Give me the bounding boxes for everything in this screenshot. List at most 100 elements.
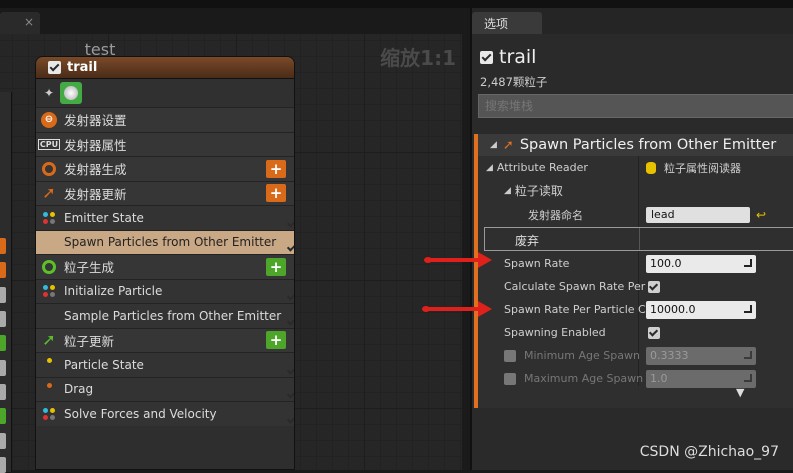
emitter-name: trail bbox=[499, 46, 536, 68]
cell-divider bbox=[639, 228, 640, 250]
stack-module[interactable]: Drag bbox=[36, 377, 294, 402]
dots-icon bbox=[40, 405, 58, 423]
search-input[interactable] bbox=[485, 99, 788, 113]
calc-spawn-rate-label: Calculate Spawn Rate Per bbox=[504, 280, 645, 293]
details-panel: 选项 trail 2,487颗粒子 ◢ ➚ Spawn Particles fr… bbox=[470, 8, 793, 470]
add-module-button[interactable]: + bbox=[266, 331, 286, 349]
database-icon bbox=[646, 162, 656, 174]
collapse-triangle-icon[interactable]: ◢ bbox=[504, 186, 511, 196]
spawn-rate-row: Spawn Rate 100.0 bbox=[478, 252, 793, 275]
panel-tab[interactable]: 选项 bbox=[472, 12, 542, 34]
yellow-dot-icon bbox=[40, 356, 58, 374]
orange-dot-icon bbox=[40, 380, 58, 398]
orange-gear-icon: ⊖ bbox=[40, 111, 58, 129]
max-age-checkbox[interactable] bbox=[504, 373, 516, 385]
stub-check-icon bbox=[0, 360, 6, 376]
node-stack: ⊖发射器设置CPU发射器属性发射器生成 + ➚ 发射器更新 + Emitter State… bbox=[36, 107, 294, 426]
module-title: Spawn Particles from Other Emitter bbox=[520, 137, 776, 153]
stack-module[interactable]: Particle State bbox=[36, 352, 294, 377]
partial-node[interactable] bbox=[0, 92, 12, 472]
node-header[interactable]: trail bbox=[36, 57, 294, 79]
emitter-name-input[interactable]: lead bbox=[646, 207, 750, 223]
node-toolbar: ✦ bbox=[36, 79, 294, 107]
stack-label: 发射器更新 bbox=[64, 184, 127, 203]
min-age-input[interactable]: 0.3333 bbox=[646, 347, 756, 365]
stack-section[interactable]: ⊖发射器设置 bbox=[36, 107, 294, 132]
stack-module[interactable]: Initialize Particle bbox=[36, 279, 294, 304]
stack-label: 粒子更新 bbox=[64, 331, 114, 350]
stack-label: Emitter State bbox=[64, 211, 144, 225]
deprecated-label: 废弃 bbox=[515, 232, 539, 249]
module-properties: ◢ ➚ Spawn Particles from Other Emitter ◢… bbox=[474, 134, 793, 408]
particle-read-label: 粒子读取 bbox=[515, 182, 563, 199]
spawn-rate-per-particle-input[interactable]: 10000.0 bbox=[646, 301, 756, 319]
watermark: CSDN @Zhichao_97 bbox=[640, 444, 779, 460]
dots-icon bbox=[40, 282, 58, 300]
annotation-arrow bbox=[426, 307, 482, 311]
dots-icon bbox=[40, 209, 58, 227]
spawn-rate-per-particle-row: Spawn Rate Per Particle C 10000.0 bbox=[478, 298, 793, 321]
stack-label: Initialize Particle bbox=[64, 284, 162, 298]
thumbnail-icon[interactable] bbox=[60, 82, 82, 104]
node-title: trail bbox=[67, 60, 97, 75]
min-age-row: Minimum Age Spawn 0.3333 bbox=[478, 344, 793, 367]
emitter-node[interactable]: trail ✦ ⊖发射器设置CPU发射器属性发射器生成 + ➚ 发射器更新 + Emitt… bbox=[35, 56, 295, 470]
calc-spawn-rate-checkbox[interactable] bbox=[648, 281, 660, 293]
stack-section[interactable]: 粒子生成 + bbox=[36, 254, 294, 279]
emitter-heading: trail bbox=[480, 46, 536, 68]
emitter-name-label: 发射器命名 bbox=[528, 207, 583, 223]
pin-icon[interactable]: ✦ bbox=[44, 86, 54, 100]
add-module-button[interactable]: + bbox=[266, 160, 286, 178]
spawn-rate-per-particle-label: Spawn Rate Per Particle C bbox=[504, 303, 646, 316]
attribute-reader-row: ◢Attribute Reader 粒子属性阅读器 bbox=[478, 156, 793, 179]
add-module-button[interactable]: + bbox=[266, 184, 286, 202]
stack-label: Spawn Particles from Other Emitter bbox=[64, 235, 276, 249]
spacer bbox=[40, 233, 58, 251]
stack-label: Solve Forces and Velocity bbox=[64, 407, 217, 421]
search-stack-field[interactable] bbox=[478, 94, 793, 118]
orange-ring-icon bbox=[40, 160, 58, 178]
stack-label: Particle State bbox=[64, 358, 144, 372]
expand-down-icon[interactable]: ▼ bbox=[736, 386, 744, 399]
particle-read-row: ◢ 粒子读取 bbox=[478, 179, 793, 202]
emitter-enabled-checkbox[interactable] bbox=[48, 61, 61, 74]
stack-module[interactable]: Spawn Particles from Other Emitter bbox=[36, 230, 294, 255]
deprecated-row: 废弃 bbox=[484, 227, 793, 251]
graph-tab[interactable]: × bbox=[0, 12, 40, 34]
stack-label: 粒子生成 bbox=[64, 257, 114, 276]
particle-count: 2,487颗粒子 bbox=[480, 74, 547, 90]
stack-label: 发射器生成 bbox=[64, 159, 127, 178]
min-age-checkbox[interactable] bbox=[504, 350, 516, 362]
module-header[interactable]: ◢ ➚ Spawn Particles from Other Emitter bbox=[478, 134, 793, 156]
stub-check-icon bbox=[0, 457, 6, 473]
top-bar bbox=[0, 0, 793, 8]
collapse-triangle-icon[interactable]: ◢ bbox=[490, 140, 497, 150]
close-icon[interactable]: × bbox=[24, 15, 34, 29]
panel-body: trail 2,487颗粒子 ◢ ➚ Spawn Particles from … bbox=[472, 34, 793, 470]
zoom-label: 缩放1:1 bbox=[380, 42, 456, 71]
stack-label: Drag bbox=[64, 382, 93, 396]
spawning-enabled-checkbox[interactable] bbox=[648, 327, 660, 339]
add-module-button[interactable]: + bbox=[266, 258, 286, 276]
stack-section[interactable]: ➚发射器更新+ bbox=[36, 181, 294, 206]
attribute-reader-label: Attribute Reader bbox=[497, 161, 588, 174]
stack-section[interactable]: ➚ 粒子更新 + bbox=[36, 328, 294, 353]
stack-module[interactable]: Solve Forces and Velocity bbox=[36, 401, 294, 426]
stack-section[interactable]: CPU发射器属性 bbox=[36, 132, 294, 157]
max-age-input[interactable]: 1.0 bbox=[646, 370, 756, 388]
max-age-row: Maximum Age Spawn 1.0 bbox=[478, 367, 793, 390]
annotation-arrow bbox=[428, 258, 482, 262]
collapse-triangle-icon[interactable]: ◢ bbox=[486, 163, 493, 173]
reset-arrow-icon[interactable]: ↩ bbox=[756, 208, 766, 222]
stack-label: 发射器属性 bbox=[64, 135, 127, 154]
spawning-enabled-row: Spawning Enabled bbox=[478, 321, 793, 344]
stack-module[interactable]: Emitter State bbox=[36, 205, 294, 230]
emitter-enabled-checkbox[interactable] bbox=[480, 51, 493, 64]
stub-plus-icon bbox=[0, 408, 6, 424]
stack-module[interactable]: Sample Particles from Other Emitter bbox=[36, 303, 294, 328]
spawn-rate-input[interactable]: 100.0 bbox=[646, 255, 756, 273]
green-arrow-icon: ➚ bbox=[40, 331, 58, 349]
stack-section[interactable]: 发射器生成 + bbox=[36, 156, 294, 181]
stub-plus-icon bbox=[0, 238, 6, 254]
spawn-rate-label: Spawn Rate bbox=[504, 257, 569, 270]
